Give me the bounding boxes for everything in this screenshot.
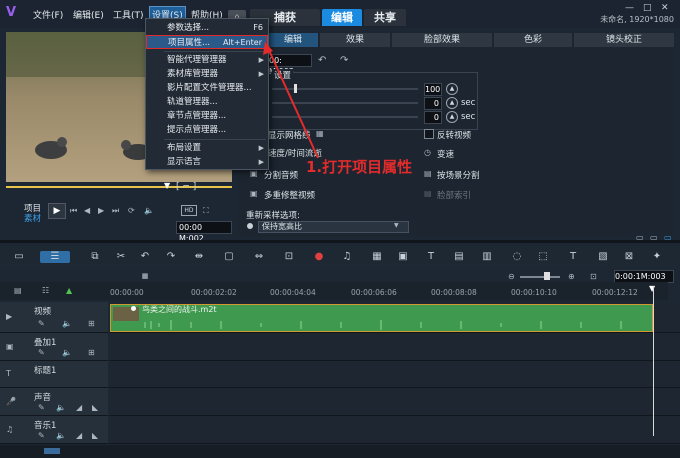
track-lock-icon[interactable]: ⊞ bbox=[88, 319, 95, 328]
clip-title: 鸟类之间的战斗.m2t bbox=[142, 305, 217, 314]
fade-in-icon[interactable]: ◢ bbox=[76, 431, 82, 440]
ruler-tick: 00:00:00 bbox=[110, 288, 144, 297]
track-volume-icon[interactable]: 🔈 bbox=[56, 403, 66, 412]
storyboard-view-icon[interactable]: ▭ bbox=[12, 251, 26, 263]
crop-icon[interactable]: ▢ bbox=[222, 251, 236, 263]
track-volume-icon[interactable]: 🔈 bbox=[56, 431, 66, 440]
track-name-overlay: 叠加1 bbox=[34, 338, 57, 348]
undo-icon[interactable]: ↶ bbox=[138, 251, 152, 263]
divider bbox=[0, 240, 680, 243]
track-body-music[interactable] bbox=[109, 416, 680, 444]
fade-out-icon[interactable]: ◣ bbox=[92, 403, 98, 412]
chapter-icon[interactable]: ☷ bbox=[42, 286, 49, 295]
fit-icon[interactable]: ⇹ bbox=[192, 251, 206, 263]
track-edit-icon[interactable]: ✎ bbox=[38, 403, 45, 412]
fx-icon[interactable]: ▦ bbox=[138, 270, 152, 282]
track-header-voice[interactable]: 🎤 声音 ✎ 🔈 ◢ ◣ bbox=[0, 388, 108, 416]
music-track-icon: ♫ bbox=[6, 425, 14, 434]
ruler-tick: 00:00:12:12 bbox=[592, 288, 638, 297]
ruler-tick: 00:00:06:06 bbox=[351, 288, 397, 297]
fade-out-icon[interactable]: ◣ bbox=[92, 431, 98, 440]
track-volume-icon[interactable]: 🔈 bbox=[62, 319, 72, 328]
ruler-tick: 00:00:10:10 bbox=[511, 288, 557, 297]
track-body-overlay[interactable] bbox=[109, 333, 680, 361]
title-track-icon: T bbox=[6, 369, 11, 378]
motion-icon[interactable]: ◌ bbox=[510, 251, 524, 263]
annotation-text: 1.打开项目属性 bbox=[306, 158, 413, 176]
mosaic-icon[interactable]: ▦ bbox=[370, 251, 384, 263]
3d-title-icon[interactable]: T bbox=[566, 251, 580, 263]
track-edit-icon[interactable]: ✎ bbox=[38, 431, 45, 440]
track-name-music: 音乐1 bbox=[34, 421, 57, 431]
add-marker-icon[interactable]: ▲ bbox=[66, 286, 72, 295]
track-header-music[interactable]: ♫ 音乐1 ✎ 🔈 ◢ ◣ bbox=[0, 416, 108, 444]
track-lock-icon[interactable]: ⊞ bbox=[88, 348, 95, 357]
zoom-out-icon[interactable]: ⊖ bbox=[508, 272, 515, 281]
track-volume-icon[interactable]: 🔈 bbox=[62, 348, 72, 357]
track-body-title[interactable] bbox=[109, 361, 680, 388]
track-header-title[interactable]: T 标题1 bbox=[0, 361, 108, 388]
clip-status-icon bbox=[131, 306, 136, 311]
track-manager-icon[interactable]: ▤ bbox=[14, 286, 22, 295]
track-edit-icon[interactable]: ✎ bbox=[38, 348, 45, 357]
audio-icon[interactable]: ♫ bbox=[340, 251, 354, 263]
video-track-icon: ▶ bbox=[6, 312, 13, 321]
film-icon[interactable]: ▥ bbox=[480, 251, 494, 263]
track-name-voice: 声音 bbox=[34, 393, 52, 403]
sound-mix-icon[interactable]: ▧ bbox=[596, 251, 610, 263]
transition-icon[interactable]: ⊠ bbox=[622, 251, 636, 263]
track-edit-icon[interactable]: ✎ bbox=[38, 319, 45, 328]
zoom-slider-handle[interactable] bbox=[544, 272, 550, 280]
track-name-video: 视频 bbox=[34, 307, 52, 317]
timeline-scrollbar[interactable] bbox=[0, 445, 680, 458]
mask-icon[interactable]: ⬚ bbox=[536, 251, 550, 263]
track-name-title: 标题1 bbox=[34, 366, 57, 376]
overlay-track-icon: ▣ bbox=[6, 342, 14, 351]
zoom-slider[interactable] bbox=[520, 276, 560, 278]
track-header-video[interactable]: ▶ 视频 ✎ 🔈 ⊞ bbox=[0, 302, 108, 333]
multitrim-icon[interactable]: ▤ bbox=[452, 251, 466, 263]
ruler-tick: 00:00:04:04 bbox=[270, 288, 316, 297]
fit-timeline-icon[interactable]: ⊡ bbox=[590, 272, 597, 281]
multicam-icon[interactable]: ▣ bbox=[396, 251, 410, 263]
redo-icon[interactable]: ↷ bbox=[164, 251, 178, 263]
effects-icon[interactable]: ✦ bbox=[650, 251, 664, 263]
scrollbar-thumb[interactable] bbox=[44, 448, 60, 454]
fade-in-icon[interactable]: ◢ bbox=[76, 403, 82, 412]
record-icon[interactable]: ● bbox=[312, 251, 326, 263]
split-icon[interactable]: ⇔ bbox=[252, 251, 266, 263]
tools-icon[interactable]: ✂ bbox=[114, 251, 128, 263]
voice-track-icon: 🎤 bbox=[6, 397, 16, 406]
zoom-in-icon[interactable]: ⊕ bbox=[568, 272, 575, 281]
track-body-voice[interactable] bbox=[109, 388, 680, 416]
ruler-tick: 00:00:02:02 bbox=[191, 288, 237, 297]
track-header-overlay[interactable]: ▣ 叠加1 ✎ 🔈 ⊞ bbox=[0, 333, 108, 361]
ruler-tick: 00:00:08:08 bbox=[431, 288, 477, 297]
subtitle-icon[interactable]: T bbox=[424, 251, 438, 263]
trim-icon[interactable]: ⊡ bbox=[282, 251, 296, 263]
timeline-view-icon[interactable]: ☰ bbox=[40, 251, 70, 263]
copy-icon[interactable]: ⧉ bbox=[88, 251, 102, 263]
playhead-line[interactable] bbox=[653, 286, 654, 436]
